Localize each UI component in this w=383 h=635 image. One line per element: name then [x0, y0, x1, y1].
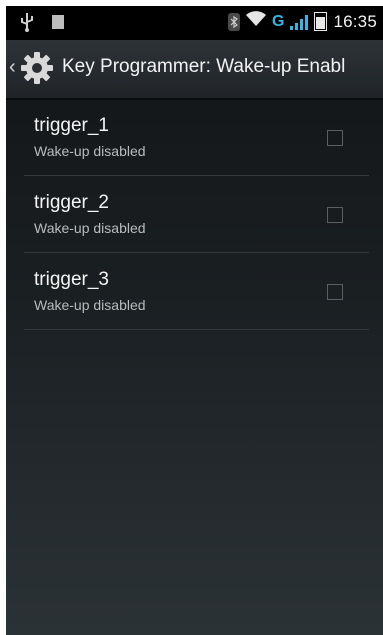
- list-item[interactable]: trigger_2 Wake-up disabled: [24, 176, 369, 253]
- trigger-list: trigger_1 Wake-up disabled trigger_2 Wak…: [24, 99, 369, 330]
- wake-up-checkbox[interactable]: [327, 284, 343, 300]
- battery-icon: [314, 12, 328, 31]
- signal-icon: [290, 14, 309, 30]
- list-item-subtitle: Wake-up disabled: [34, 297, 146, 313]
- wake-up-checkbox[interactable]: [327, 130, 343, 146]
- list-item[interactable]: trigger_1 Wake-up disabled: [24, 99, 369, 176]
- usb-icon: [20, 12, 34, 32]
- list-item-subtitle: Wake-up disabled: [34, 220, 146, 236]
- status-left-icons: [20, 12, 64, 32]
- network-type-label: G: [272, 12, 285, 30]
- list-item-title: trigger_2: [34, 192, 109, 213]
- wifi-icon: [246, 11, 266, 32]
- gear-icon[interactable]: [20, 51, 54, 85]
- bluetooth-icon: [228, 12, 240, 31]
- page-title: Key Programmer: Wake-up Enabl: [62, 56, 346, 77]
- clock: 16:35: [333, 11, 377, 31]
- notification-icon: [52, 15, 64, 29]
- list-item-title: trigger_3: [34, 269, 109, 290]
- status-right-icons: G 16:35: [228, 11, 377, 32]
- status-bar: G 16:35: [6, 6, 383, 40]
- list-item-title: trigger_1: [34, 115, 109, 136]
- chevron-left-icon[interactable]: ‹: [9, 57, 16, 77]
- wake-up-checkbox[interactable]: [327, 207, 343, 223]
- list-item-subtitle: Wake-up disabled: [34, 143, 146, 159]
- phone-screen: G 16:35 ‹ Key Programmer: Wake-up Enabl …: [6, 6, 383, 635]
- action-bar: ‹ Key Programmer: Wake-up Enabl: [6, 40, 383, 100]
- list-item[interactable]: trigger_3 Wake-up disabled: [24, 253, 369, 330]
